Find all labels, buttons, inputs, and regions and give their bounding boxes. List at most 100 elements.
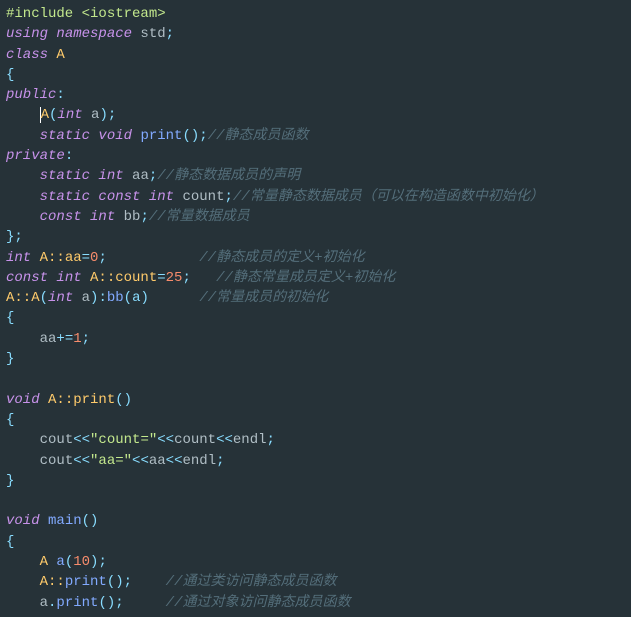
paren-colon: ): — [90, 290, 107, 306]
init-bb: bb — [107, 290, 124, 306]
scope-A-print: A::print — [40, 392, 116, 408]
brace-open: { — [6, 412, 14, 428]
brace-close: } — [6, 351, 14, 367]
parens: () — [115, 392, 132, 408]
semicolon: ; — [98, 554, 106, 570]
access-public: public — [6, 87, 56, 103]
semicolon: ; — [182, 270, 190, 286]
var-count: count — [174, 189, 224, 205]
brace-open: { — [6, 310, 14, 326]
func-print: print — [56, 595, 98, 611]
var-aa: aa — [124, 168, 149, 184]
keyword-const: const — [40, 209, 82, 225]
param-a: a — [83, 107, 100, 123]
type-int: int — [140, 189, 174, 205]
semicolon: ; — [98, 250, 106, 266]
parens: () — [182, 128, 199, 144]
stream-op: << — [132, 453, 149, 469]
var-aa: aa — [149, 453, 166, 469]
brace-close: }; — [6, 229, 23, 245]
stream-op: << — [157, 432, 174, 448]
type-int: int — [48, 290, 73, 306]
stream-op: << — [166, 453, 183, 469]
colon: : — [56, 87, 64, 103]
comment: //静态成员的定义+初始化 — [199, 250, 364, 266]
stream-op: << — [73, 453, 90, 469]
comment: //常量成员的初始化 — [199, 290, 328, 306]
ident-std: std — [132, 26, 166, 42]
string-aa: "aa=" — [90, 453, 132, 469]
func-main: main — [40, 513, 82, 529]
var-bb: bb — [115, 209, 140, 225]
paren-open: ( — [40, 290, 48, 306]
keyword-static: static — [40, 128, 90, 144]
keyword-namespace: namespace — [48, 26, 132, 42]
var-a: a — [56, 554, 64, 570]
var-a: a — [40, 595, 48, 611]
endl: endl — [182, 453, 216, 469]
equals: = — [82, 250, 90, 266]
type-void: void — [6, 513, 40, 529]
parens: () — [82, 513, 99, 529]
brace-open: { — [6, 534, 14, 550]
endl: endl — [233, 432, 267, 448]
type-int: int — [48, 270, 82, 286]
string-count: "count=" — [90, 432, 157, 448]
comment: //常量数据成员 — [149, 209, 250, 225]
parens: () — [98, 595, 115, 611]
access-private: private — [6, 148, 65, 164]
keyword-class: class — [6, 47, 48, 63]
type-int: int — [82, 209, 116, 225]
class-A: A — [40, 554, 57, 570]
func-print: print — [65, 574, 107, 590]
semicolon: ; — [149, 168, 157, 184]
type-void: void — [90, 128, 132, 144]
keyword-static: static — [40, 189, 90, 205]
semicolon: ; — [166, 26, 174, 42]
number-10: 10 — [73, 554, 90, 570]
type-int: int — [90, 168, 124, 184]
header-name: <iostream> — [73, 6, 165, 22]
func-print: print — [132, 128, 182, 144]
code-editor[interactable]: #include <iostream> using namespace std;… — [0, 0, 631, 617]
stream-op: << — [216, 432, 233, 448]
type-void: void — [6, 392, 40, 408]
keyword-static: static — [40, 168, 90, 184]
comment: //常量静态数据成员（可以在构造函数中初始化） — [233, 189, 544, 205]
scope-A: A:: — [40, 574, 65, 590]
brace-open: { — [6, 67, 14, 83]
semicolon: ; — [199, 128, 207, 144]
brace-close: } — [6, 473, 14, 489]
equals: = — [157, 270, 165, 286]
parens: () — [107, 574, 124, 590]
paren-open: ( — [65, 554, 73, 570]
cout: cout — [40, 432, 74, 448]
var-count: count — [174, 432, 216, 448]
comment: //通过类访问静态成员函数 — [166, 574, 337, 590]
semicolon: ; — [82, 331, 90, 347]
type-int: int — [57, 107, 82, 123]
semicolon: ; — [108, 107, 116, 123]
keyword-const: const — [6, 270, 48, 286]
stream-op: << — [73, 432, 90, 448]
plus-equals: += — [56, 331, 73, 347]
semicolon: ; — [267, 432, 275, 448]
paren-close: ) — [99, 107, 107, 123]
comment: //静态常量成员定义+初始化 — [216, 270, 395, 286]
keyword-const: const — [90, 189, 140, 205]
comment: //静态成员函数 — [208, 128, 309, 144]
semicolon: ; — [140, 209, 148, 225]
var-aa: aa — [40, 331, 57, 347]
semicolon: ; — [224, 189, 232, 205]
keyword-using: using — [6, 26, 48, 42]
scope-A-aa: A::aa — [31, 250, 81, 266]
param-a: a — [73, 290, 90, 306]
preprocessor: #include — [6, 6, 73, 22]
scope-A-count: A::count — [82, 270, 158, 286]
type-int: int — [6, 250, 31, 266]
comment: //通过对象访问静态成员函数 — [166, 595, 351, 611]
semicolon: ; — [115, 595, 123, 611]
number-25: 25 — [166, 270, 183, 286]
semicolon: ; — [124, 574, 132, 590]
semicolon: ; — [216, 453, 224, 469]
